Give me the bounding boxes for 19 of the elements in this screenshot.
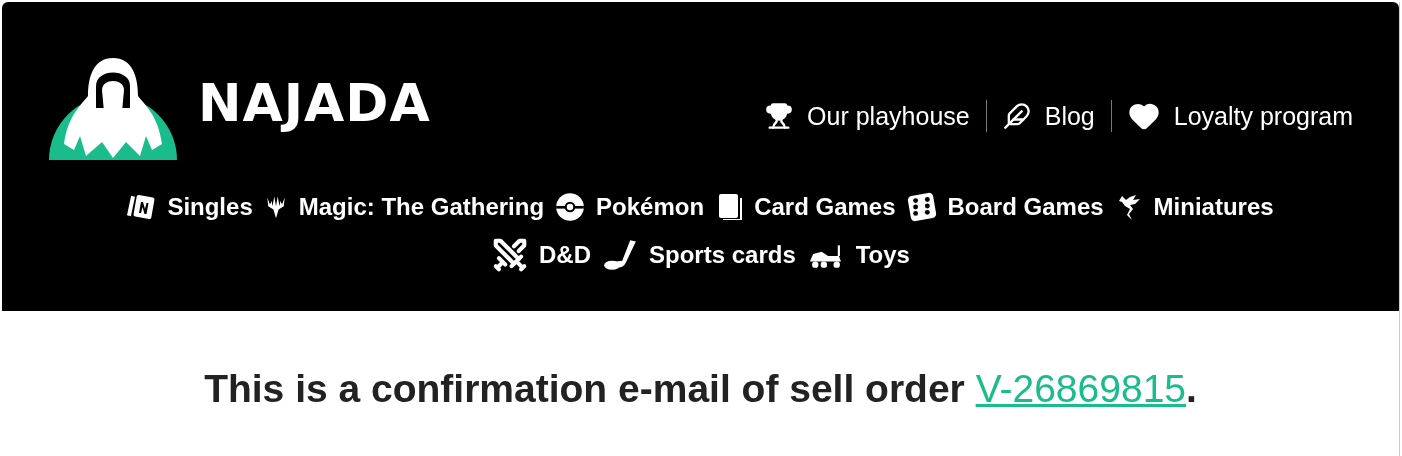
feather-icon: [1002, 102, 1031, 130]
confirmation-message: This is a confirmation e-mail of sell order V-26869815.: [203, 367, 1198, 411]
trophy-icon: [765, 102, 794, 130]
swords-icon: [491, 236, 529, 274]
hockey-stick-icon: [601, 238, 639, 272]
category-link[interactable]: Magic: The Gathering: [298, 193, 545, 221]
category-link[interactable]: D&D: [539, 241, 591, 269]
category-link[interactable]: Sports cards: [649, 241, 796, 269]
brand-name: NAJADA: [198, 73, 431, 133]
category-link[interactable]: Miniatures: [1153, 193, 1274, 221]
nav-link[interactable]: Loyalty program: [1111, 100, 1353, 132]
category-link[interactable]: Toys: [855, 241, 910, 269]
category-link[interactable]: Card Games: [754, 193, 896, 221]
ball-icon: [554, 191, 587, 223]
nav-link[interactable]: Blog: [986, 101, 1111, 131]
category-link[interactable]: Singles: [167, 193, 253, 221]
category-link[interactable]: Board Games: [947, 193, 1104, 221]
category-link[interactable]: Pokémon: [596, 193, 705, 221]
nav-link[interactable]: Our playhouse: [749, 101, 986, 131]
